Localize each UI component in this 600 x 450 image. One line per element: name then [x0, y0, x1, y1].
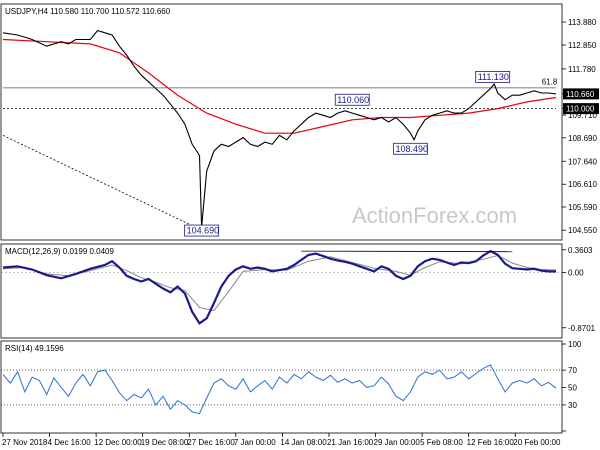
rsi-axis-label: 50	[568, 384, 577, 393]
time-axis-label: 27 Nov 2018	[2, 438, 48, 447]
trendline	[2, 135, 200, 230]
price-axis-label: 111.780	[568, 65, 596, 74]
rsi-line	[2, 364, 557, 415]
main-chart-title: USDJPY,H4 110.580 110.700 110.572 110.66…	[5, 7, 171, 16]
macd-chart-title: MACD(12,26,9) 0.0199 0.0409	[5, 247, 115, 256]
time-axis-label: 14 Jan 08:00	[280, 438, 327, 447]
price-axis-label: 106.610	[568, 180, 597, 189]
rsi-axis-label: 30	[568, 401, 577, 410]
macd-axis-label: -0.8701	[568, 324, 596, 333]
time-axis: 27 Nov 2018 4 Dec 16:00 12 Dec 00:0019 Dec…	[2, 433, 561, 447]
chart-canvas: USDJPY,H4 110.580 110.700 110.572 110.66…	[0, 3, 599, 447]
price-axis-label: 105.590	[568, 203, 597, 212]
current-price-label: 110.660	[566, 90, 595, 99]
price-axis-label: 112.850	[568, 41, 597, 50]
moving-average-line	[2, 38, 557, 134]
price-line	[2, 29, 557, 228]
level-price-label: 110.000	[566, 105, 595, 114]
macd-main-line	[2, 249, 556, 325]
time-axis-label: 19 Dec 08:00	[141, 438, 189, 447]
time-axis-label: 27 Dec 16:00	[187, 438, 235, 447]
macd-trendline	[301, 250, 513, 253]
macd-panel-frame	[0, 243, 563, 339]
time-axis-label: 12 Feb 16:00	[467, 438, 515, 447]
price-annotation-label: 104.690	[187, 226, 220, 236]
time-axis-label: 4 Dec 16:00	[48, 438, 92, 447]
macd-axis-label: 0.00	[568, 269, 584, 278]
rsi-chart-title: RSI(14) 49.1596	[5, 344, 64, 353]
time-axis-label: 21 Jan 16:00	[327, 438, 374, 447]
price-annotation-label: 108.490	[395, 144, 428, 154]
price-axis-label: 113.880	[568, 18, 597, 27]
rsi-layer: 100 70 50 30	[1, 340, 582, 432]
time-axis-label: 7 Jan 00:00	[234, 438, 276, 447]
rsi-axis-label: 100	[568, 340, 582, 349]
rsi-axis-label: 70	[568, 366, 577, 375]
rsi-panel-frame	[0, 340, 563, 434]
macd-signal-line	[2, 254, 557, 312]
price-annotation-label: 110.060	[337, 95, 369, 105]
time-axis-label: 12 Dec 00:00	[94, 438, 142, 447]
price-axis-label: 107.640	[568, 157, 597, 166]
price-axis-label: 104.550	[568, 226, 597, 235]
price-annotation-label: 61.8	[542, 77, 558, 86]
macd-layer: 0.3603 0.00 -0.8701	[1, 246, 596, 333]
price-axis-label: 108.690	[568, 134, 597, 143]
time-axis-label: 5 Feb 08:00	[420, 438, 463, 447]
time-axis-label: 29 Jan 00:00	[374, 438, 421, 447]
price-annotation-label: 111.130	[478, 72, 509, 82]
macd-axis-label: 0.3603	[568, 246, 593, 255]
time-axis-label: 20 Feb 00:00	[513, 438, 561, 447]
watermark: ActionForex.com	[352, 203, 517, 228]
